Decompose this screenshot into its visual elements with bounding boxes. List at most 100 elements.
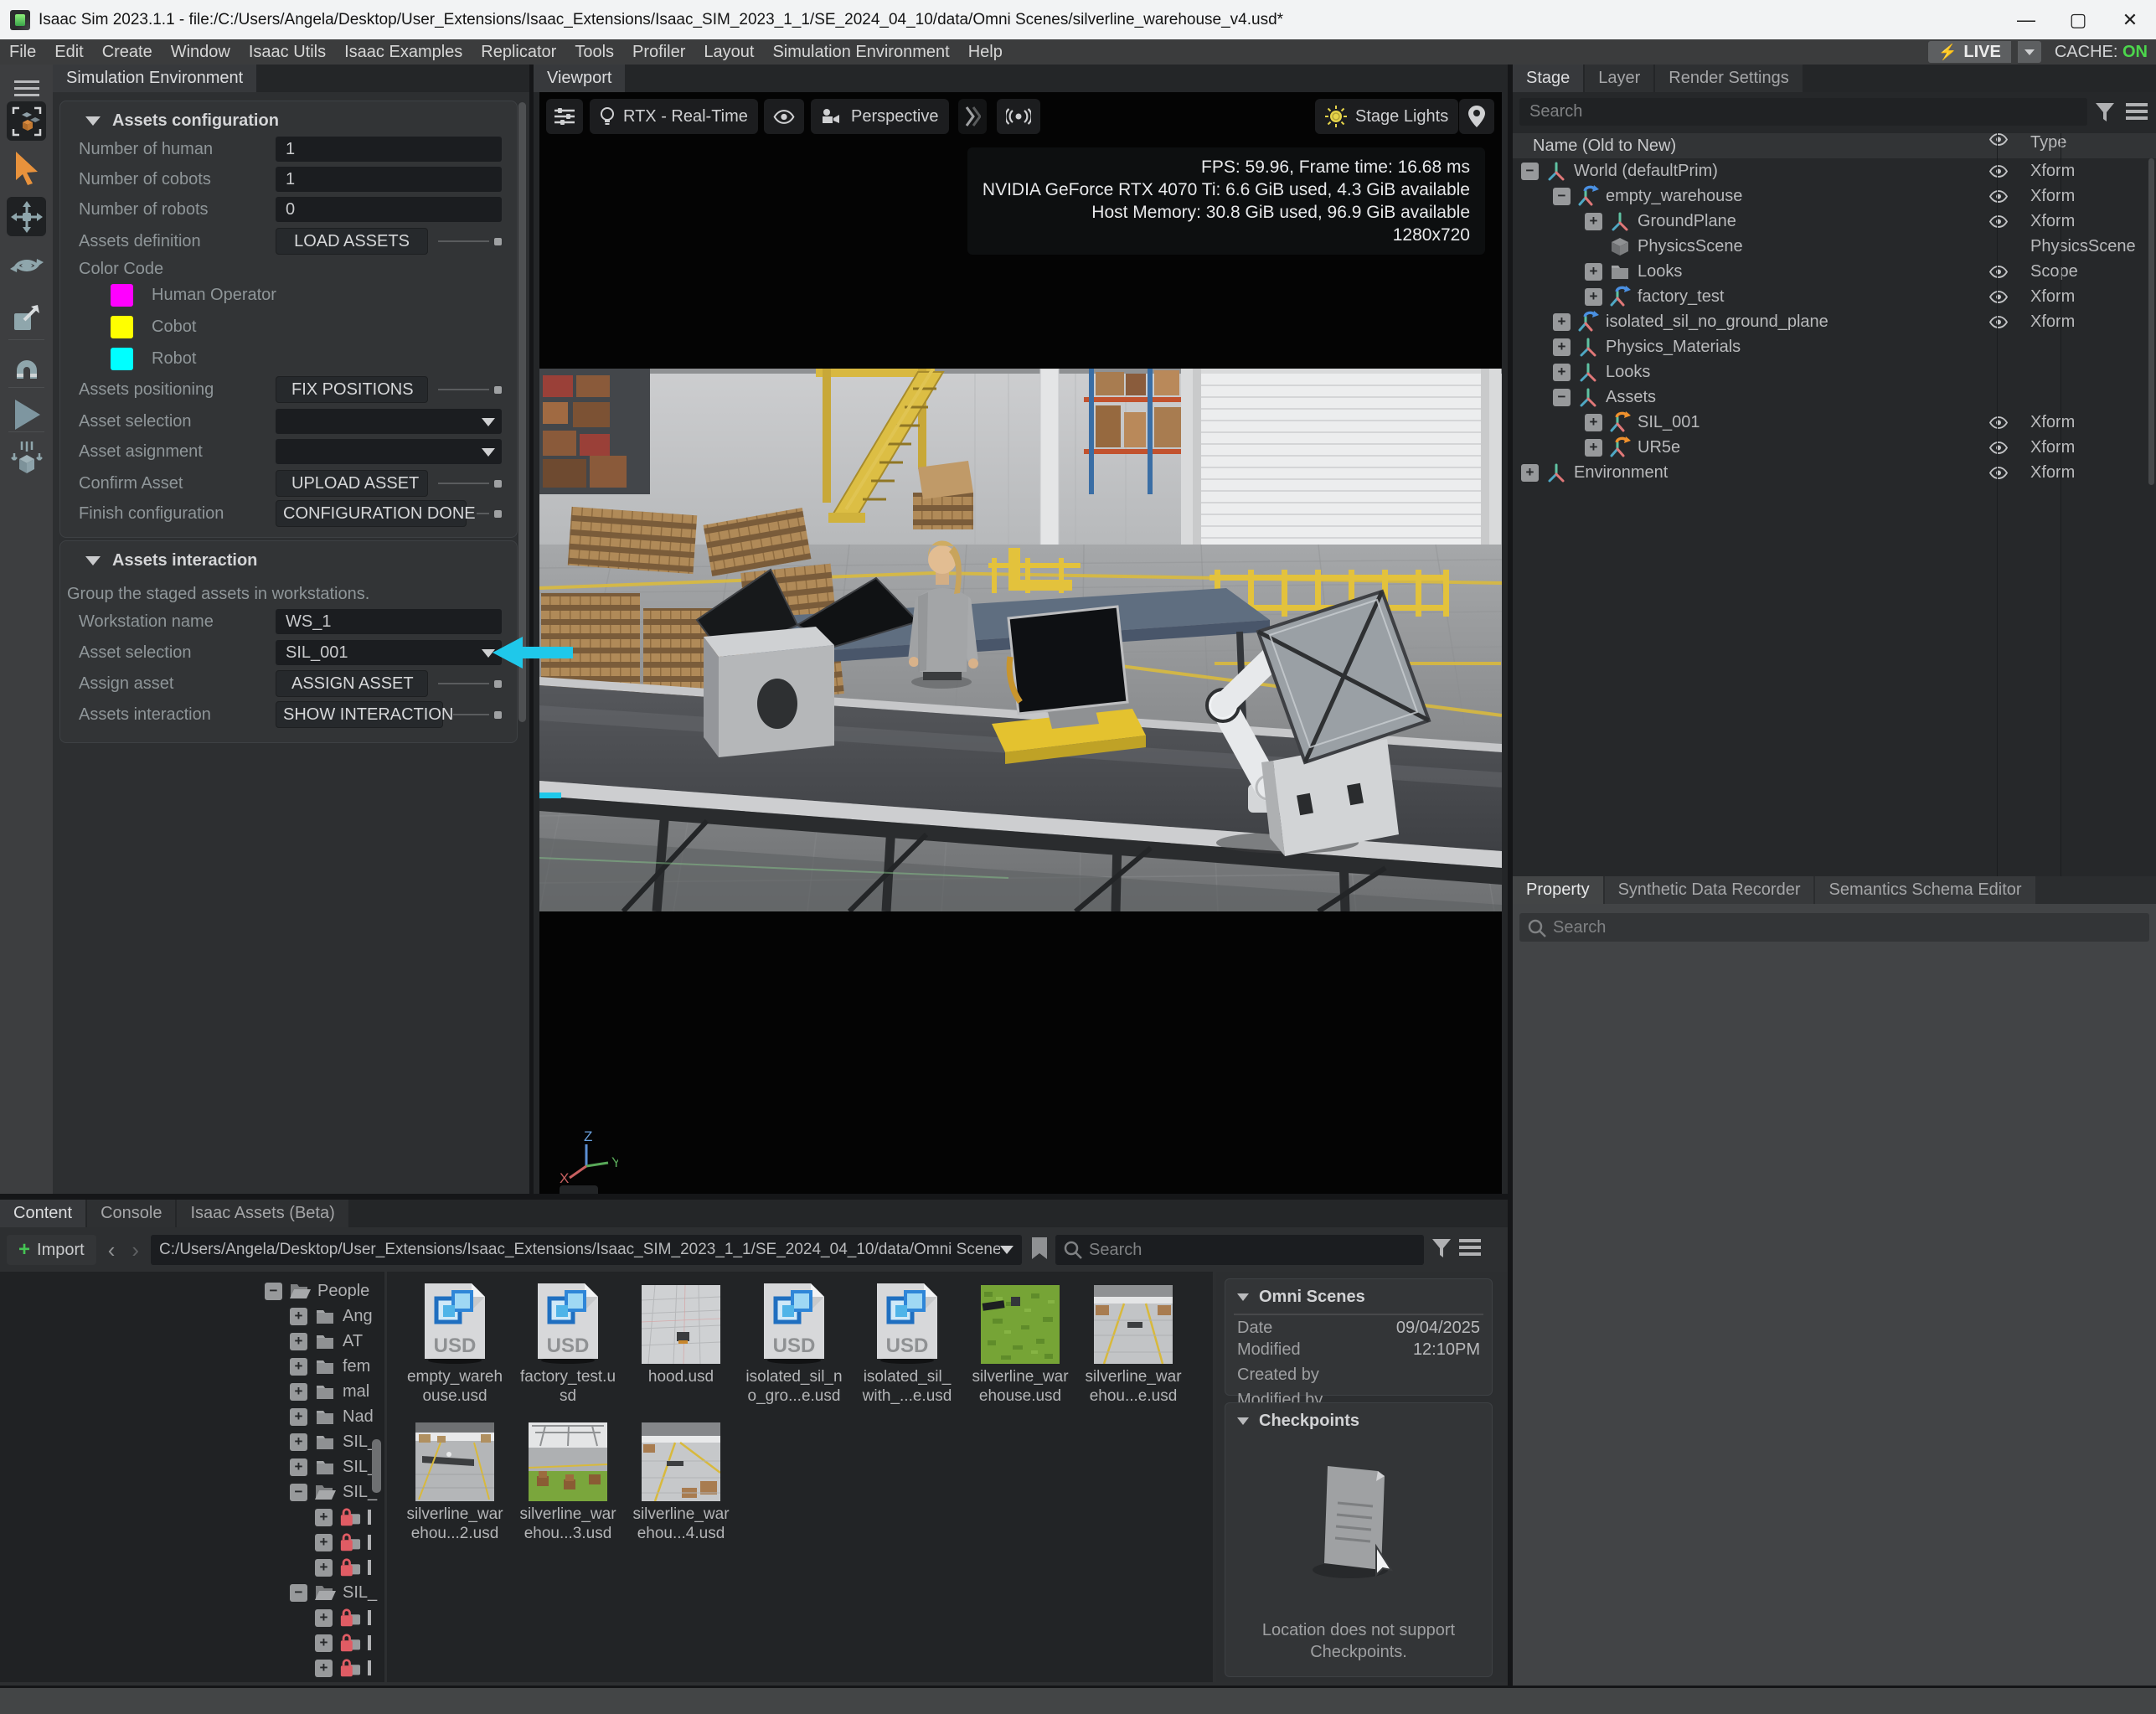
viewport-canvas[interactable]: RTX - Real-Time Perspective Stage Lights [539,92,1502,1194]
units-button[interactable]: m [560,1185,598,1194]
assign-asset-button[interactable]: ASSIGN ASSET [276,670,428,697]
tab-layer[interactable]: Layer [1585,65,1653,92]
menu-isaac-examples[interactable]: Isaac Examples [335,39,472,65]
expand-toggle[interactable]: + [1585,263,1602,281]
stage-row-ur5e[interactable]: + UR5e Xform [1513,435,2156,460]
collapse-toggle[interactable]: − [290,1484,307,1501]
file-silverline-warehouse-usd[interactable]: silverline_warehouse.usd [971,1280,1070,1406]
expand-toggle[interactable]: + [290,1433,307,1451]
tab-simulation-environment[interactable]: Simulation Environment [53,65,256,92]
expand-toggle[interactable]: + [315,1534,333,1551]
cursor-icon[interactable] [7,148,46,188]
stage-row-environment[interactable]: + Environment Xform [1513,460,2156,485]
bookmark-icon[interactable] [1030,1236,1049,1264]
folder-row-sil[interactable]: −SIL_ [290,1479,377,1505]
expand-toggle[interactable]: + [1585,288,1602,306]
scrollbar[interactable] [518,102,526,722]
file-hood-usd[interactable]: hood.usd [632,1280,730,1406]
play-icon[interactable] [7,395,46,434]
folder-row-people[interactable]: −People [265,1278,369,1304]
expand-toggle[interactable]: + [290,1383,307,1401]
move-icon[interactable] [7,197,46,236]
folder-row-sil[interactable]: +SIL_ [290,1429,377,1454]
viewport-scene[interactable] [539,369,1502,911]
folder-row-ang[interactable]: +Ang [290,1304,373,1329]
configuration-done-button[interactable]: CONFIGURATION DONE [276,500,467,527]
menu-profiler[interactable]: Profiler [623,39,694,65]
import-button[interactable]: +Import [7,1235,96,1265]
path-bar[interactable]: C:/Users/Angela/Desktop/User_Extensions/… [151,1235,1022,1265]
number-of-robots-input[interactable]: 0 [276,197,502,222]
back-icon[interactable]: ‹ [103,1237,121,1263]
scrollbar[interactable] [2148,158,2154,485]
expand-toggle[interactable]: + [1553,338,1571,356]
eye-icon[interactable] [764,99,804,134]
collapse-toggle[interactable]: − [1553,188,1571,205]
content-search-input[interactable] [1055,1235,1424,1265]
expand-toggle[interactable]: + [290,1333,307,1350]
menu-edit[interactable]: Edit [45,39,92,65]
expand-toggle[interactable]: + [1585,414,1602,431]
tab-synthetic-data-recorder[interactable]: Synthetic Data Recorder [1605,876,1814,904]
reset-slider[interactable] [438,386,502,394]
physics-icon[interactable] [7,438,46,478]
visibility-toggle[interactable] [1967,441,2030,454]
file-empty-warehouse-usd[interactable]: USD empty_warehouse.usd [405,1280,504,1406]
filter-icon[interactable] [1431,1237,1452,1263]
number-of-cobots-input[interactable]: 1 [276,167,502,192]
live-button[interactable]: ⚡ LIVE [1928,41,2011,63]
expand-toggle[interactable]: + [290,1358,307,1376]
folder-row-locked[interactable]: + [315,1505,371,1530]
stage-row-groundplane[interactable]: + GroundPlane Xform [1513,209,2156,234]
scale-icon[interactable] [7,297,46,337]
file-silverline-warehou-3-usd[interactable]: silverline_warehou...3.usd [518,1417,617,1543]
snap-icon[interactable] [7,348,46,387]
expand-toggle[interactable]: + [1585,213,1602,230]
tab-console[interactable]: Console [87,1200,175,1227]
settings-sliders-icon[interactable] [546,99,583,134]
tab-stage[interactable]: Stage [1513,65,1583,92]
stage-row-assets[interactable]: − Assets [1513,385,2156,410]
camera-button[interactable]: Perspective [811,99,949,134]
folder-row-locked[interactable]: + [315,1605,371,1630]
maximize-button[interactable]: ▢ [2052,0,2104,39]
tab-isaac-assets[interactable]: Isaac Assets (Beta) [177,1200,348,1227]
stage-row-physics-materials[interactable]: + Physics_Materials [1513,334,2156,359]
file-isolated-sil-with-e-usd[interactable]: USD isolated_sil_with_...e.usd [858,1280,957,1406]
menu-help[interactable]: Help [959,39,1012,65]
menu-file[interactable]: File [0,39,45,65]
expand-toggle[interactable]: + [1521,464,1539,482]
list-options-icon[interactable] [2126,103,2148,126]
expand-toggle[interactable]: + [315,1660,333,1677]
renderer-button[interactable]: RTX - Real-Time [590,99,758,134]
stage-row-looks[interactable]: + Looks [1513,359,2156,385]
folder-row-locked[interactable]: + [315,1555,371,1580]
collapse-toggle[interactable]: − [1553,389,1571,406]
visibility-toggle[interactable] [1967,266,2030,278]
expand-toggle[interactable]: + [315,1509,333,1526]
reset-slider[interactable] [453,711,502,719]
visibility-toggle[interactable] [1967,316,2030,328]
axis-gizmo[interactable]: Z Y X [560,1131,618,1189]
visibility-toggle[interactable] [1967,165,2030,178]
stage-row-sil-001[interactable]: + SIL_001 Xform [1513,410,2156,435]
tab-content[interactable]: Content [0,1200,85,1227]
show-interaction-button[interactable]: SHOW INTERACTION [276,701,443,728]
menu-create[interactable]: Create [93,39,162,65]
chevrons-icon[interactable] [958,99,987,134]
visibility-toggle[interactable] [1967,291,2030,303]
collapse-toggle[interactable]: − [290,1584,307,1602]
upload-asset-button[interactable]: UPLOAD ASSET [276,470,428,497]
menu-tools[interactable]: Tools [565,39,623,65]
file-silverline-warehou-4-usd[interactable]: silverline_warehou...4.usd [632,1417,730,1543]
visibility-toggle[interactable] [1967,416,2030,429]
folder-row-sil[interactable]: +SIL_ [290,1454,377,1479]
section-header[interactable]: Assets configuration [85,111,279,131]
stage-row-looks[interactable]: + Looks Scope [1513,259,2156,284]
stage-row-empty-warehouse[interactable]: − empty_warehouse Xform [1513,183,2156,209]
menu-window[interactable]: Window [162,39,240,65]
section-header[interactable]: Checkpoints [1225,1403,1492,1438]
property-search-input[interactable] [1519,913,2149,942]
stage-row-isolated-sil-no-ground-plane[interactable]: + isolated_sil_no_ground_plane Xform [1513,309,2156,334]
folder-row-locked[interactable]: + [315,1655,371,1680]
